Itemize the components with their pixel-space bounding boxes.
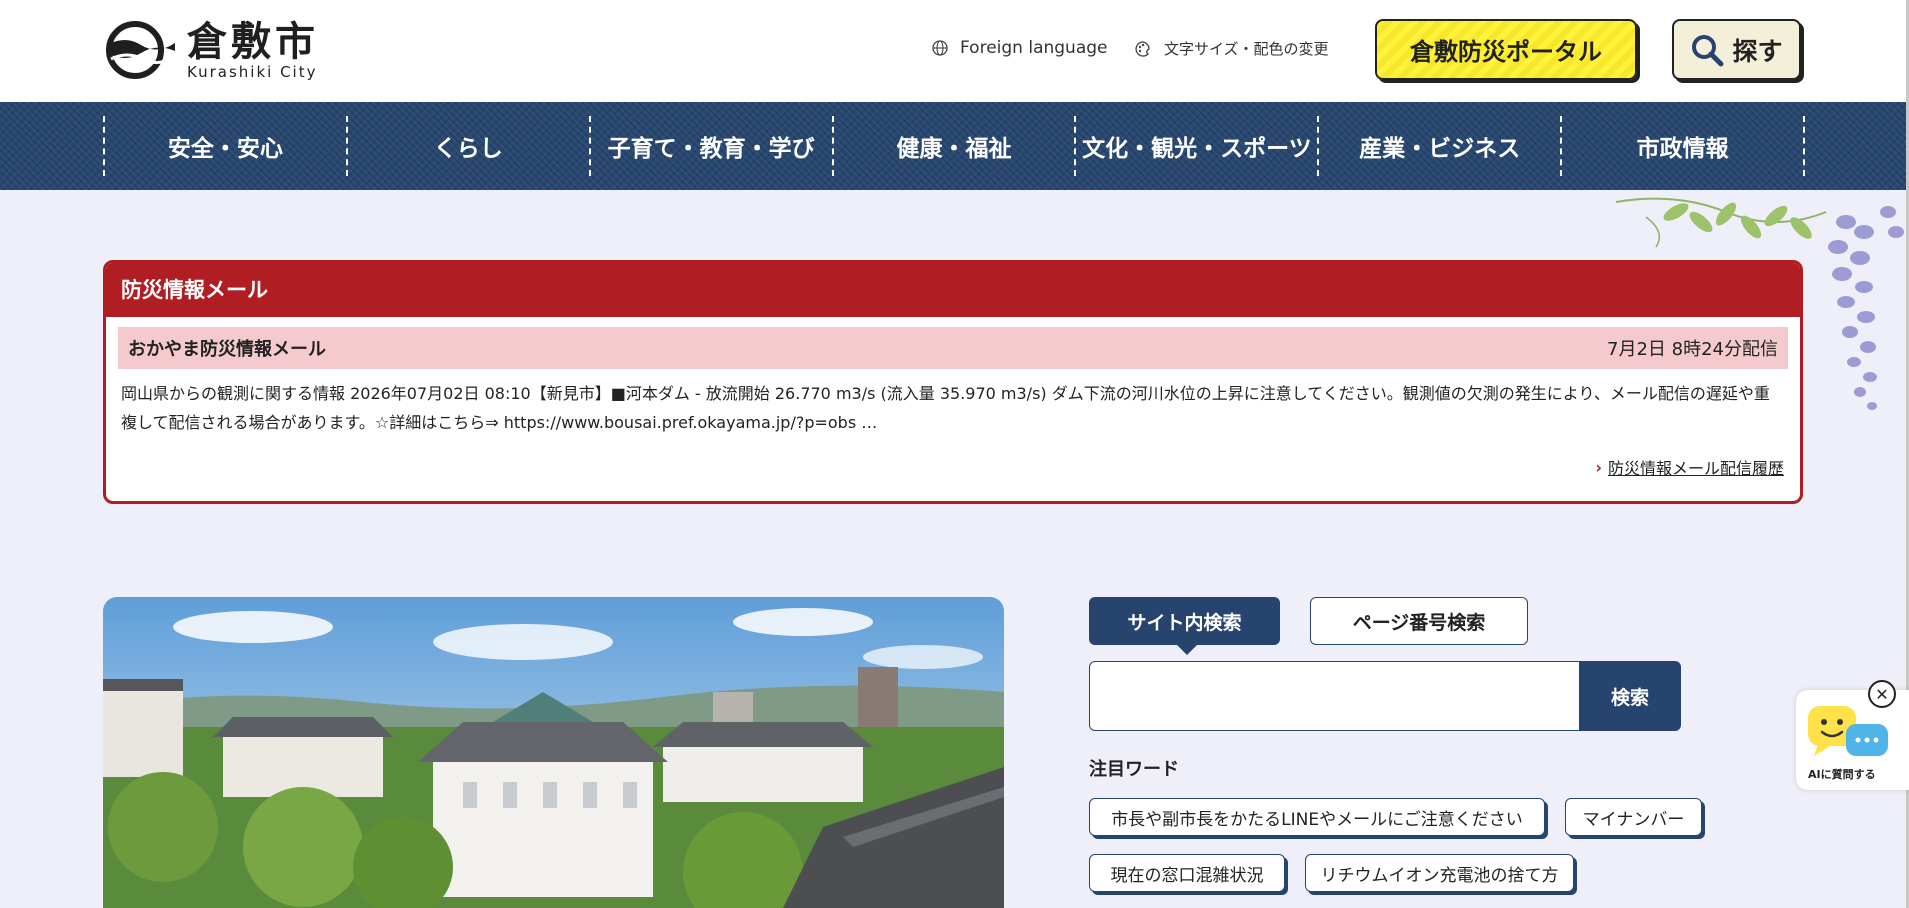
- text-size-link[interactable]: 文字サイズ・配色の変更: [1134, 38, 1329, 59]
- disaster-mail-panel: 防災情報メール おかやま防災情報メール 7月2日 8時24分配信 岡山県からの観…: [103, 260, 1803, 504]
- text-size-label: 文字サイズ・配色の変更: [1164, 40, 1329, 58]
- close-icon[interactable]: ✕: [1868, 680, 1896, 708]
- disaster-mail-subtitle: おかやま防災情報メール: [128, 339, 326, 360]
- nav-item-childcare-education[interactable]: 子育て・教育・学び: [591, 116, 834, 176]
- keyword-fake-line-warning[interactable]: 市長や副市長をかたるLINEやメールにご注意ください: [1089, 798, 1545, 836]
- disaster-mail-history-link[interactable]: › 防災情報メール配信履歴: [1595, 455, 1784, 479]
- disaster-portal-button[interactable]: 倉敷防災ポータル: [1375, 19, 1637, 80]
- disaster-mail-date: 7月2日 8時24分配信: [1607, 339, 1778, 360]
- nav-item-safety[interactable]: 安全・安心: [105, 116, 348, 176]
- nav-item-city-administration[interactable]: 市政情報: [1562, 116, 1806, 176]
- keyword-lithium-battery-disposal[interactable]: リチウムイオン充電池の捨て方: [1305, 854, 1574, 892]
- city-hero-photo: [103, 597, 1004, 908]
- global-navigation: 安全・安心 くらし 子育て・教育・学び 健康・福祉 文化・観光・スポーツ 産業・…: [0, 102, 1906, 190]
- header-search-label: 探す: [1732, 36, 1783, 66]
- nav-item-living[interactable]: くらし: [348, 116, 591, 176]
- site-logo[interactable]: 倉敷市 Kurashiki City: [105, 20, 319, 80]
- logo-japanese-name: 倉敷市: [187, 19, 319, 65]
- disaster-mail-body: 岡山県からの観測に関する情報 2026年07月02日 08:10【新見市】■河本…: [121, 384, 1770, 432]
- disaster-mail-title: 防災情報メール: [106, 263, 1800, 317]
- chat-bubbles-icon: [1808, 706, 1888, 756]
- disaster-mail-subheader: おかやま防災情報メール 7月2日 8時24分配信: [118, 327, 1788, 369]
- logo-english-name: Kurashiki City: [187, 63, 318, 81]
- palette-icon: [1135, 40, 1150, 57]
- search-submit-button[interactable]: 検索: [1579, 661, 1681, 731]
- nav-item-industry-business[interactable]: 産業・ビジネス: [1319, 116, 1563, 176]
- ai-assistant-widget[interactable]: AIに質問する: [1796, 690, 1909, 790]
- header-search-button[interactable]: 探す: [1672, 19, 1801, 80]
- foreign-language-link[interactable]: Foreign language: [932, 38, 1108, 58]
- site-header: 倉敷市 Kurashiki City Foreign language 文字サイ…: [0, 0, 1909, 102]
- search-icon: [1692, 34, 1724, 66]
- nav-item-health-welfare[interactable]: 健康・福祉: [834, 116, 1077, 176]
- foreign-language-label: Foreign language: [960, 38, 1108, 58]
- city-emblem-icon: [106, 21, 175, 79]
- keyword-my-number[interactable]: マイナンバー: [1565, 798, 1702, 836]
- tab-page-number-search[interactable]: ページ番号検索: [1310, 597, 1528, 645]
- chevron-right-icon: ›: [1595, 457, 1602, 477]
- ai-assistant-label: AIに質問する: [1808, 768, 1876, 781]
- history-link-label: 防災情報メール配信履歴: [1607, 459, 1784, 478]
- tab-site-search[interactable]: サイト内検索: [1089, 597, 1280, 655]
- globe-icon: [932, 40, 948, 56]
- keyword-counter-congestion[interactable]: 現在の窓口混雑状況: [1089, 854, 1285, 892]
- site-search-input[interactable]: [1089, 661, 1580, 731]
- featured-keywords-title: 注目ワード: [1089, 759, 1179, 780]
- nav-item-culture-tourism-sports[interactable]: 文化・観光・スポーツ: [1076, 116, 1320, 176]
